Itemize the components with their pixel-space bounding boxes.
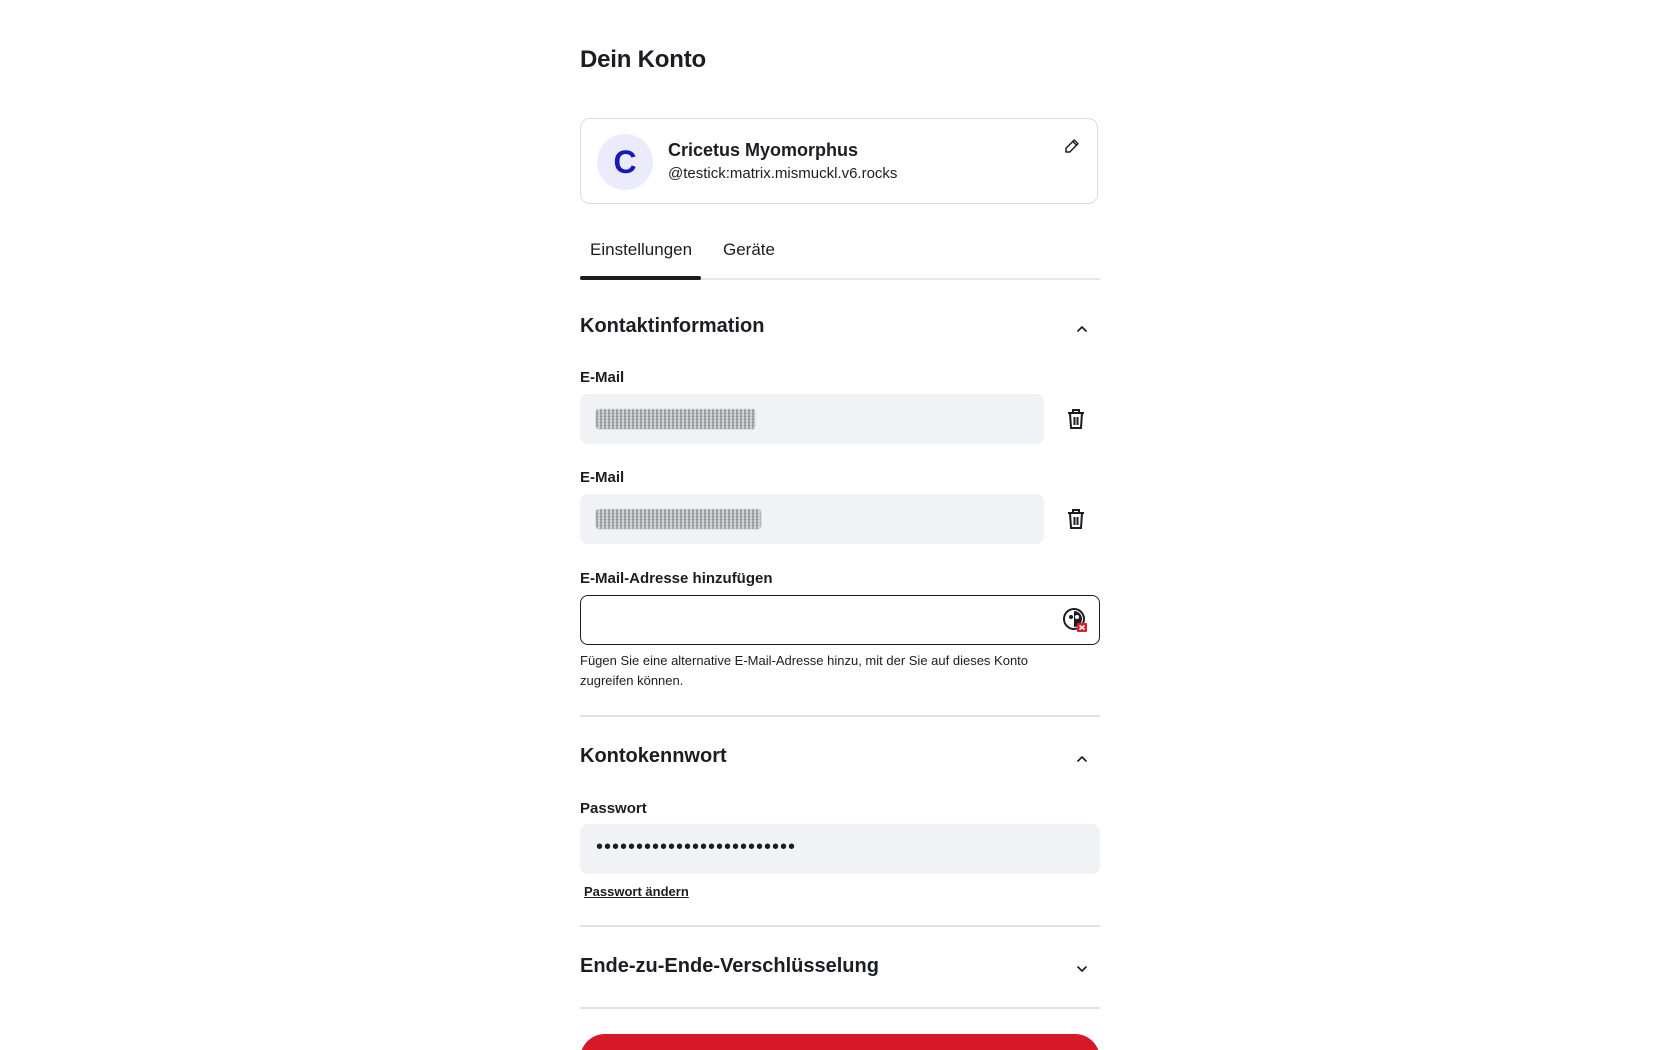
password-field[interactable]: ••••••••••••••••••••••••• <box>580 824 1100 874</box>
chevron-up-icon[interactable] <box>1072 319 1092 339</box>
email-label-1: E-Mail <box>580 369 625 386</box>
chevron-down-icon[interactable] <box>1072 959 1092 979</box>
chevron-up-icon[interactable] <box>1072 749 1092 769</box>
password-label: Passwort <box>580 800 647 817</box>
edit-profile-button[interactable] <box>1059 133 1085 159</box>
account-page: Dein Konto C Cricetus Myomorphus @testic… <box>0 0 1680 1050</box>
encryption-section-title: Ende-zu-Ende-Verschlüsselung <box>580 955 879 977</box>
section-divider-1 <box>580 715 1100 717</box>
password-section-header[interactable]: Kontokennwort <box>580 745 1100 775</box>
add-email-input[interactable] <box>580 595 1100 645</box>
redacted-email-1 <box>596 409 756 429</box>
page-title: Dein Konto <box>580 46 706 73</box>
contact-section-title: Kontaktinformation <box>580 315 765 337</box>
contact-section-header[interactable]: Kontaktinformation <box>580 315 1100 345</box>
display-name: Cricetus Myomorphus <box>668 140 859 160</box>
password-section-title: Kontokennwort <box>580 745 727 767</box>
section-divider-3 <box>580 1007 1100 1009</box>
add-email-label: E-Mail-Adresse hinzufügen <box>580 570 773 587</box>
section-divider-2 <box>580 925 1100 927</box>
encryption-section-header[interactable]: Ende-zu-Ende-Verschlüsselung <box>580 955 1100 985</box>
danger-action-button[interactable] <box>580 1034 1100 1050</box>
tab-geraete[interactable]: Geräte <box>723 240 775 260</box>
tab-einstellungen[interactable]: Einstellungen <box>590 240 692 260</box>
change-password-link[interactable]: Passwort ändern <box>584 884 689 899</box>
pencil-icon <box>1065 139 1079 153</box>
tab-bar: Einstellungen Geräte <box>580 222 1100 280</box>
avatar: C <box>597 134 653 190</box>
email-label-2: E-Mail <box>580 469 625 486</box>
password-masked-value: ••••••••••••••••••••••••• <box>596 836 797 858</box>
delete-email-2-button[interactable] <box>1064 507 1088 531</box>
trash-icon <box>1068 409 1084 429</box>
add-email-help-text: Fügen Sie eine alternative E-Mail-Adress… <box>580 653 1029 688</box>
profile-card: C Cricetus Myomorphus @testick:matrix.mi… <box>580 118 1098 204</box>
email-field-2[interactable] <box>580 494 1044 544</box>
email-field-1[interactable] <box>580 394 1044 444</box>
redacted-email-2 <box>596 509 761 529</box>
trash-icon <box>1068 509 1084 529</box>
user-id: @testick:matrix.mismuckl.v6.rocks <box>668 165 898 182</box>
active-tab-indicator <box>580 276 701 280</box>
password-manager-extension-icon[interactable] <box>1062 607 1088 633</box>
delete-email-1-button[interactable] <box>1064 407 1088 431</box>
